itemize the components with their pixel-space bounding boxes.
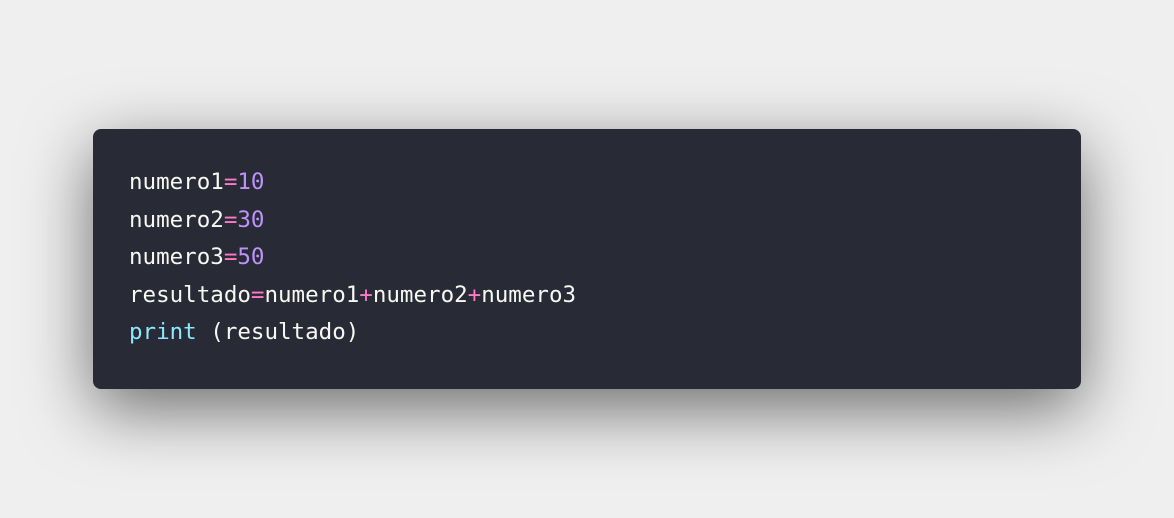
code-block-card: numero1=10 numero2=30 numero3=50 resultado=… (93, 129, 1081, 389)
token-operator: + (359, 281, 373, 308)
token-operator: = (250, 281, 265, 308)
token-number: 30 (237, 206, 265, 233)
code-line-5: print (resultado) (129, 314, 576, 352)
code-line-4: resultado=numero1+numero2+numero3 (129, 277, 576, 315)
token-identifier: numero2 (129, 206, 224, 233)
token-identifier: numero3 (481, 281, 577, 308)
token-identifier: resultado (129, 281, 251, 308)
token-arguments: (resultado) (196, 319, 360, 345)
token-identifier: numero1 (129, 169, 224, 195)
code-line-3: numero3=50 (129, 239, 576, 277)
token-operator: = (223, 169, 238, 195)
token-identifier: numero2 (372, 281, 468, 308)
token-identifier: numero1 (264, 281, 360, 308)
token-operator: + (467, 281, 482, 308)
token-builtin-function: print (129, 319, 197, 345)
code-line-1: numero1=10 (129, 164, 576, 202)
code-line-2: numero2=30 (129, 202, 576, 240)
token-operator: = (223, 206, 238, 233)
token-operator: = (223, 244, 238, 270)
code-block: numero1=10 numero2=30 numero3=50 resultado=… (129, 164, 576, 352)
token-number: 50 (237, 244, 265, 270)
token-identifier: numero3 (129, 244, 224, 270)
token-number: 10 (237, 169, 265, 195)
